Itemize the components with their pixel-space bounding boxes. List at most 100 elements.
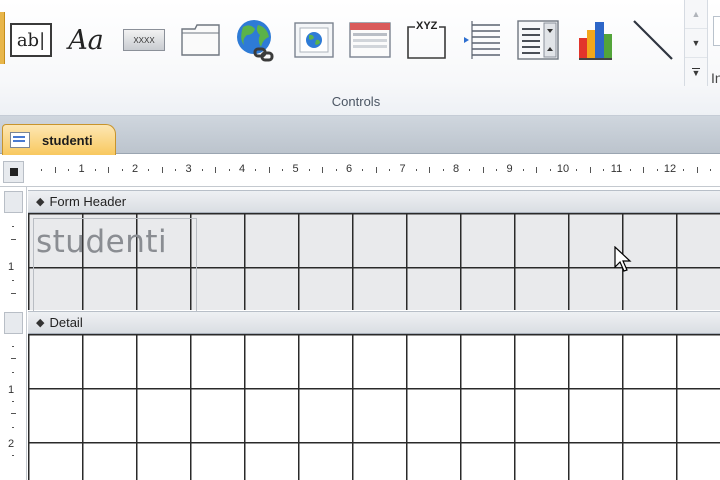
ruler-tick (589, 167, 591, 173)
combo-box-control-button[interactable] (514, 14, 562, 66)
ruler-tick (201, 169, 203, 171)
gallery-scroll-down-button[interactable]: ▼ (685, 29, 707, 58)
ruler-tick (54, 167, 56, 173)
title-label-text: studenti (36, 224, 168, 260)
ruler-tick (496, 169, 498, 171)
label-control-button[interactable]: Aa (62, 14, 110, 66)
ruler-number: 9 (506, 163, 513, 175)
ruler-number: 3 (185, 163, 192, 175)
ruler-tick (469, 169, 471, 171)
insert-page-break-button[interactable] (458, 14, 506, 66)
horizontal-ruler: 1 2 3 4 5 6 7 8 9 10 11 12 (28, 160, 720, 182)
option-group-control-button[interactable]: XYZ (402, 14, 450, 66)
tab-control-icon (181, 24, 220, 56)
ruler-number: 5 (292, 163, 299, 175)
tab-control-button[interactable] (176, 14, 226, 66)
ruler-number: 7 (399, 163, 406, 175)
ruler-tick (643, 167, 645, 173)
ruler-tick (68, 169, 70, 171)
vertical-ruler-tick (12, 455, 14, 456)
combo-box-icon (517, 20, 559, 60)
ruler-tick (255, 169, 257, 171)
ruler-tick (710, 169, 712, 171)
ruler-number: 10 (556, 163, 570, 175)
form-selector[interactable] (3, 161, 24, 183)
line-icon (633, 20, 673, 60)
vertical-ruler-tick (12, 280, 14, 281)
chart-icon (579, 22, 612, 60)
ruler-number: 8 (452, 163, 460, 175)
page-break-icon (464, 21, 500, 59)
detail-label: Detail (49, 315, 83, 330)
next-group-label: In (711, 70, 720, 86)
hyperlink-icon (237, 20, 274, 62)
vertical-ruler-tick (12, 372, 14, 373)
tab-label: studenti (42, 132, 93, 148)
detail-section-selector[interactable] (4, 312, 23, 334)
ruler-number: 12 (663, 163, 677, 175)
form-header-section-selector[interactable] (4, 191, 23, 213)
tab-studenti[interactable]: studenti (2, 124, 116, 155)
ruler-tick (389, 169, 391, 171)
vertical-ruler-tick (12, 346, 14, 347)
ruler-tick (375, 167, 377, 173)
ruler-tick (683, 169, 685, 171)
vertical-ruler-tick (12, 226, 14, 227)
vertical-ruler-tick (10, 358, 16, 359)
gallery-more-button[interactable]: ▼ (685, 58, 707, 86)
text-box-icon: ab| (10, 23, 52, 57)
vertical-ruler-tick (10, 293, 16, 294)
navigation-control-button[interactable] (346, 14, 394, 66)
ruler-number: 4 (238, 163, 246, 175)
section-arrow-icon: ◆ (36, 317, 45, 329)
button-control-button[interactable]: XXXX (120, 14, 168, 66)
hyperlink-control-button[interactable] (231, 14, 281, 66)
form-header-section-bar[interactable]: ◆ Form Header (28, 190, 720, 213)
ruler-tick (175, 169, 177, 171)
ruler-tick (549, 169, 551, 171)
text-box-control-button[interactable]: ab| (8, 14, 54, 66)
controls-group-label: Controls (331, 94, 381, 109)
ruler-tick (41, 169, 43, 171)
next-group-button[interactable] (713, 16, 720, 46)
ruler-tick (215, 167, 217, 173)
ruler-tick (108, 167, 110, 173)
ruler-tick (415, 169, 417, 171)
option-group-icon: XYZ (405, 20, 447, 60)
chevron-up-icon: ▲ (691, 9, 701, 19)
ruler-tick (482, 167, 484, 173)
ruler-tick (522, 169, 524, 171)
ribbon-selected-edge (0, 12, 5, 64)
navigation-control-icon (349, 22, 391, 58)
ruler-tick (442, 169, 444, 171)
ruler-number: 1 (78, 163, 85, 175)
ruler-tick (429, 167, 431, 173)
ruler-number: 11 (610, 163, 623, 175)
ruler-tick (121, 169, 123, 171)
chart-control-button[interactable] (572, 14, 620, 66)
ruler-tick (148, 169, 150, 171)
line-control-button[interactable] (627, 14, 679, 66)
ruler-tick (335, 169, 337, 171)
vertical-ruler-tick (10, 413, 16, 414)
vertical-ruler-number: 1 (8, 261, 15, 273)
vertical-ruler-tick (10, 239, 16, 240)
form-icon (10, 132, 30, 148)
detail-grid[interactable] (28, 334, 720, 480)
detail-section-bar[interactable]: ◆ Detail (28, 311, 720, 334)
web-browser-control-button[interactable] (290, 14, 338, 66)
vertical-ruler: 1 1 2 (0, 187, 27, 480)
ruler-tick (656, 169, 658, 171)
ruler-tick (603, 169, 605, 171)
mouse-cursor-icon (614, 246, 632, 272)
ruler-tick (576, 169, 578, 171)
label-icon: Aa (68, 24, 104, 56)
gallery-scroll-up-button[interactable]: ▲ (685, 0, 707, 29)
ruler-tick (268, 167, 270, 173)
ruler-number: 2 (131, 163, 139, 175)
more-icon: ▼ (691, 67, 701, 78)
ruler-tick (322, 167, 324, 173)
controls-gallery-scroll: ▲ ▼ ▼ (684, 0, 708, 86)
chevron-down-icon: ▼ (691, 38, 701, 48)
ruler-number: 6 (345, 163, 353, 175)
